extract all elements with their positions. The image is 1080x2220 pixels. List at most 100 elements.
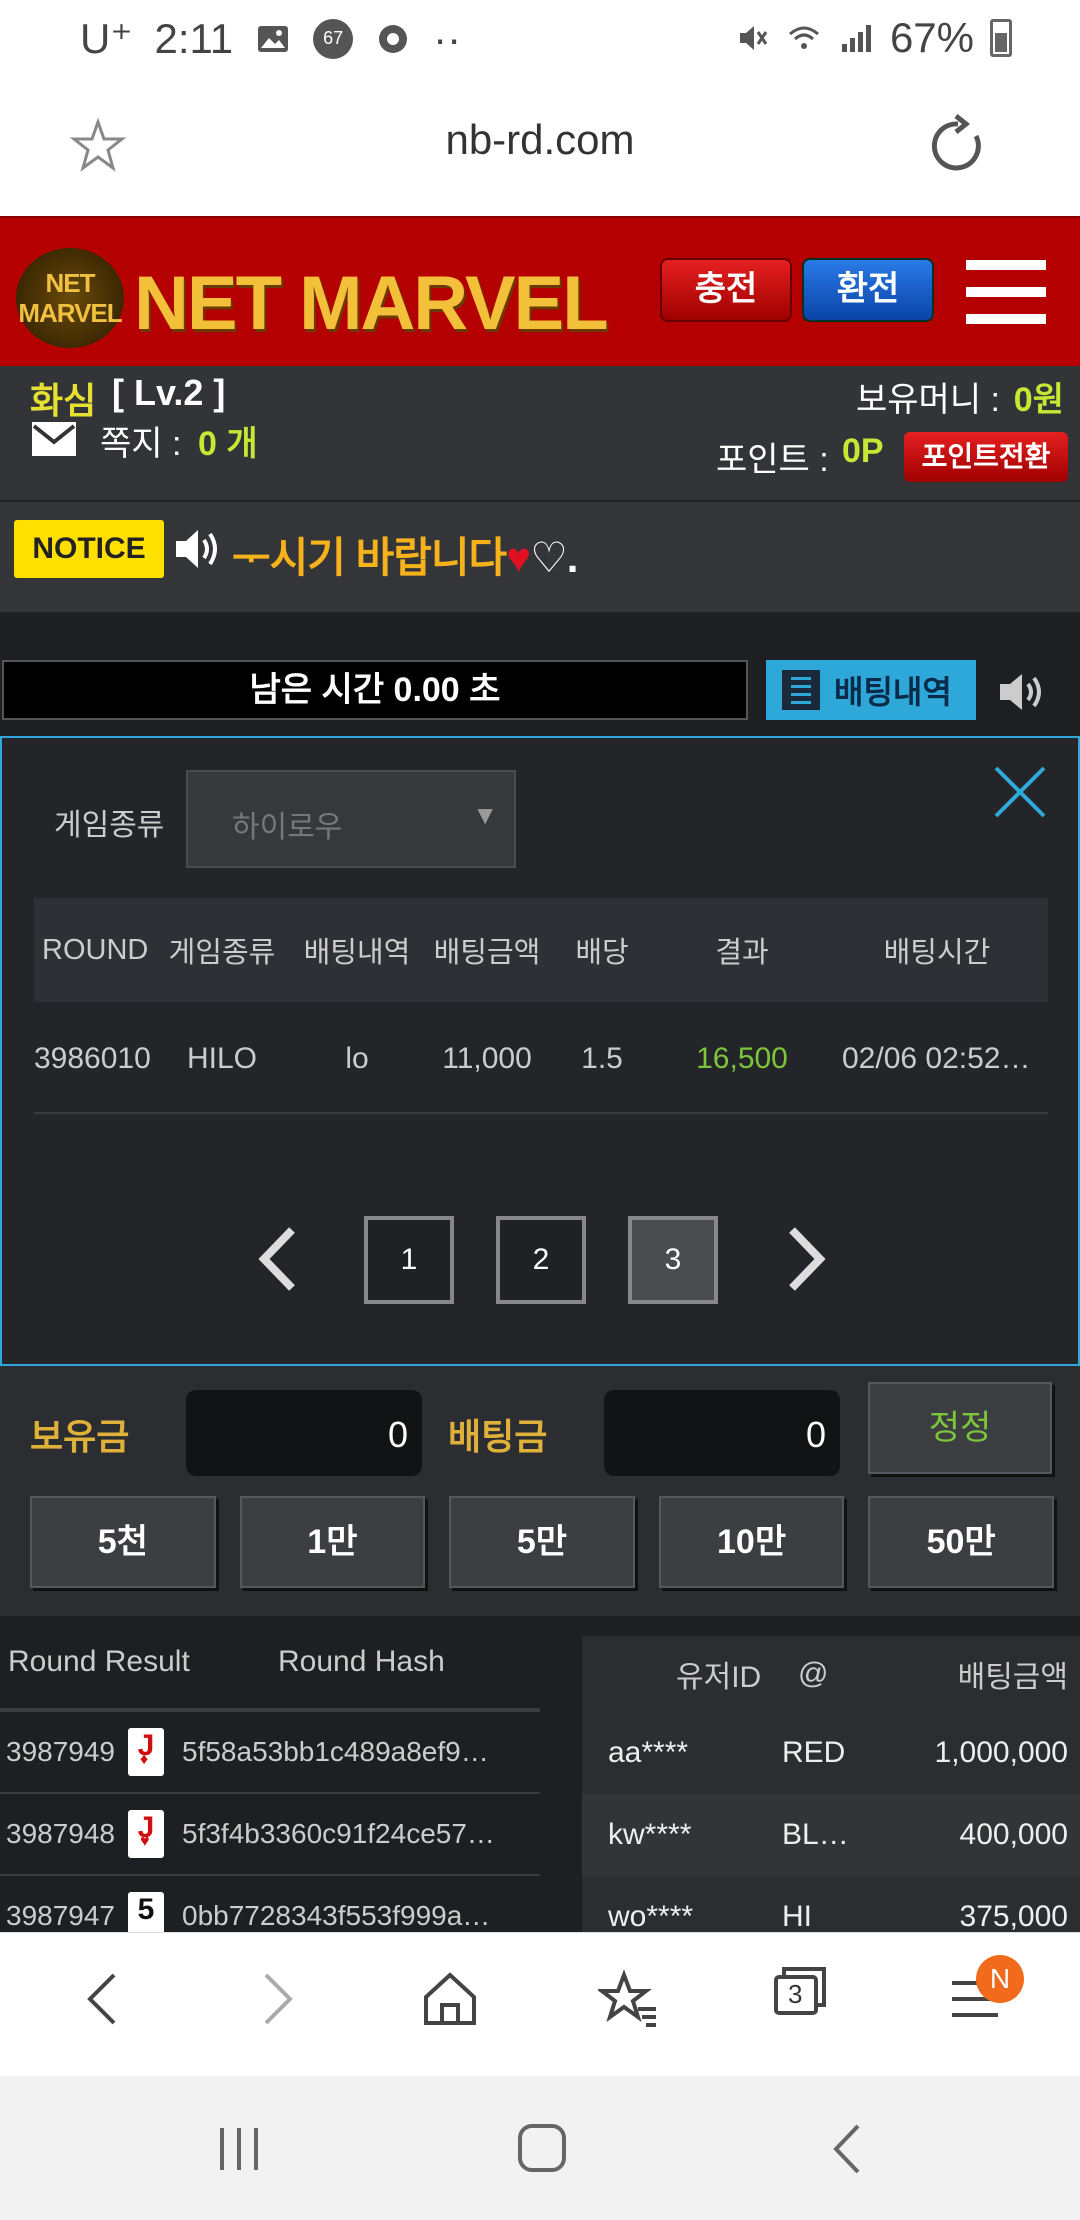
scroll-ticker	[0, 614, 1080, 650]
money-value: 0원	[1013, 381, 1064, 419]
message-label: 쪽지 :	[100, 425, 182, 463]
round-hash: 0bb7728343f553f999a…	[182, 1900, 491, 1931]
bookmarks-icon[interactable]	[598, 1969, 658, 2029]
wifi-icon	[788, 26, 819, 49]
home-icon[interactable]	[422, 1969, 478, 2029]
chip-buttons: 5천 1만 5만 10만 50만	[30, 1496, 1054, 1588]
notice-message: ᅮ시기 바랍니다	[232, 534, 507, 581]
col-at: @	[798, 1657, 829, 1690]
page-3-button[interactable]: 3	[628, 1216, 718, 1304]
round-number: 3987949	[6, 1736, 116, 1767]
table-row: 3986010 HILO lo 11,000 1.5 16,500 02/06 …	[34, 1006, 1048, 1114]
chip-100k-button[interactable]: 10만	[658, 1496, 845, 1588]
heart-outline-icon: ♡.	[530, 534, 578, 581]
sound-icon[interactable]	[996, 670, 1048, 714]
notification-badge: 67	[313, 18, 354, 59]
forward-icon[interactable]	[256, 1969, 300, 2029]
col-game-type: 게임종류	[168, 937, 276, 969]
url-text[interactable]: nb-rd.com	[0, 116, 1080, 164]
list-icon	[782, 670, 820, 710]
user-amount: 375,000	[959, 1900, 1068, 1932]
next-page-icon[interactable]	[782, 1224, 832, 1294]
site-header: NET MARVEL NET MARVEL 충전 환전	[0, 216, 1080, 366]
chip-50k-button[interactable]: 5만	[449, 1496, 635, 1588]
game-type-value: 하이로우	[232, 811, 343, 844]
bet-history-label: 배팅내역	[834, 674, 952, 710]
system-back-icon[interactable]	[826, 2122, 866, 2176]
user-bets-header: 유저ID @ 배팅금액	[582, 1636, 1080, 1712]
table-row: aa**** RED 1,000,000	[582, 1712, 1080, 1794]
notice-text: ᅮ시기 바랍니다♥♡.	[232, 524, 578, 585]
col-time: 배팅시간	[883, 937, 991, 969]
chip-5k-button[interactable]: 5천	[30, 1496, 216, 1588]
dropdown-caret-icon: ▼	[472, 800, 498, 830]
chip-500k-button[interactable]: 50만	[868, 1496, 1054, 1588]
tabs-count: 3	[788, 1979, 803, 2009]
table-row: 3987948 J ♥ 5f3f4b3360c91f24ce57…	[0, 1794, 540, 1876]
history-table-header: ROUND 게임종류 배팅내역 배팅금액 배당 결과 배팅시간	[34, 898, 1048, 1002]
status-bar: U⁺ 2:11 67 ·· 67%	[0, 0, 1080, 76]
exchange-button[interactable]: 환전	[802, 258, 934, 322]
round-result-table: Round Result Round Hash 3987949 J ♦ 5f58a…	[0, 1616, 540, 1932]
chip-10k-button[interactable]: 1만	[239, 1496, 426, 1588]
recent-apps-icon[interactable]	[216, 2124, 262, 2174]
table-row: 3987947 5 0bb7728343f553f999a…	[0, 1876, 540, 1932]
notice-badge: NOTICE	[14, 520, 164, 578]
table-row: kw**** BL… 400,000	[582, 1794, 1080, 1876]
page-2-button[interactable]: 2	[496, 1216, 586, 1304]
tabs-button[interactable]: 3	[772, 1963, 828, 2019]
timer-row: 남은 시간 0.00 초 배팅내역	[0, 650, 1080, 736]
battery-icon	[990, 19, 1012, 57]
holding-amount-field: 0	[186, 1390, 422, 1476]
user-pick: RED	[782, 1736, 846, 1769]
user-info-bar: 화심 [ Lv.2 ] 쪽지 : 0 개 보유머니 : 0원 포인트 : 0P …	[0, 366, 1080, 502]
home-button-icon[interactable]	[516, 2122, 568, 2174]
clock: 2:11	[154, 14, 234, 62]
page-1-button[interactable]: 1	[364, 1216, 454, 1304]
prev-page-icon[interactable]	[252, 1224, 302, 1294]
table-row: 3987949 J ♦ 5f58a53bb1c489a8ef9…	[0, 1712, 540, 1794]
card-icon: 5	[128, 1892, 164, 1932]
user-id: aa****	[608, 1736, 689, 1769]
col-bet: 배팅내역	[303, 937, 411, 969]
reload-icon[interactable]	[926, 114, 990, 178]
col-round-result: Round Result	[8, 1645, 190, 1678]
row-amount: 11,000	[442, 1042, 532, 1075]
browser-url-bar: nb-rd.com	[0, 76, 1080, 216]
back-icon[interactable]	[80, 1969, 124, 2029]
game-type-select[interactable]: 하이로우 ▼	[186, 770, 516, 868]
row-time: 02/06 02:52…	[842, 1042, 1031, 1075]
round-number: 3987947	[6, 1900, 116, 1931]
col-bet-amount: 배팅금액	[957, 1661, 1068, 1694]
mute-icon	[739, 26, 768, 50]
mail-icon[interactable]	[30, 420, 78, 458]
row-bet: lo	[345, 1042, 369, 1075]
user-pick: HI	[782, 1900, 812, 1932]
card-icon: J ♥	[128, 1810, 164, 1858]
user-amount: 1,000,000	[934, 1736, 1068, 1769]
bet-history-button[interactable]: 배팅내역	[766, 660, 976, 720]
message-count[interactable]: 0 개	[198, 416, 258, 465]
row-round: 3986010	[34, 1042, 151, 1075]
browser-toolbar: 3 N	[0, 1932, 1080, 2076]
results-section: Round Result Round Hash 3987949 J ♦ 5f58a…	[0, 1616, 1080, 1932]
correct-button[interactable]: 정정	[868, 1382, 1052, 1474]
col-round: ROUND	[42, 933, 149, 966]
close-icon[interactable]	[992, 764, 1048, 820]
battery-percent: 67%	[889, 14, 974, 61]
bet-amount-label: 배팅금	[448, 1416, 548, 1457]
menu-icon[interactable]	[966, 260, 1046, 324]
charge-button[interactable]: 충전	[660, 258, 792, 322]
row-result: 16,500	[696, 1042, 788, 1075]
site-logo[interactable]: NET MARVEL	[134, 260, 609, 347]
speaker-icon	[176, 530, 217, 568]
card-icon: J ♦	[128, 1728, 164, 1776]
user-pick: BL…	[782, 1818, 849, 1851]
system-navigation-bar	[0, 2076, 1080, 2220]
user-id: wo****	[608, 1900, 694, 1932]
point-convert-button[interactable]: 포인트전환	[904, 432, 1068, 482]
bet-panel: 보유금 0 배팅금 0 정정 5천 1만 5만 10만 50만	[0, 1366, 1080, 1616]
pagination: 1 2 3	[2, 1216, 1080, 1306]
bet-amount-field[interactable]: 0	[604, 1390, 840, 1476]
user-id: kw****	[608, 1818, 692, 1851]
